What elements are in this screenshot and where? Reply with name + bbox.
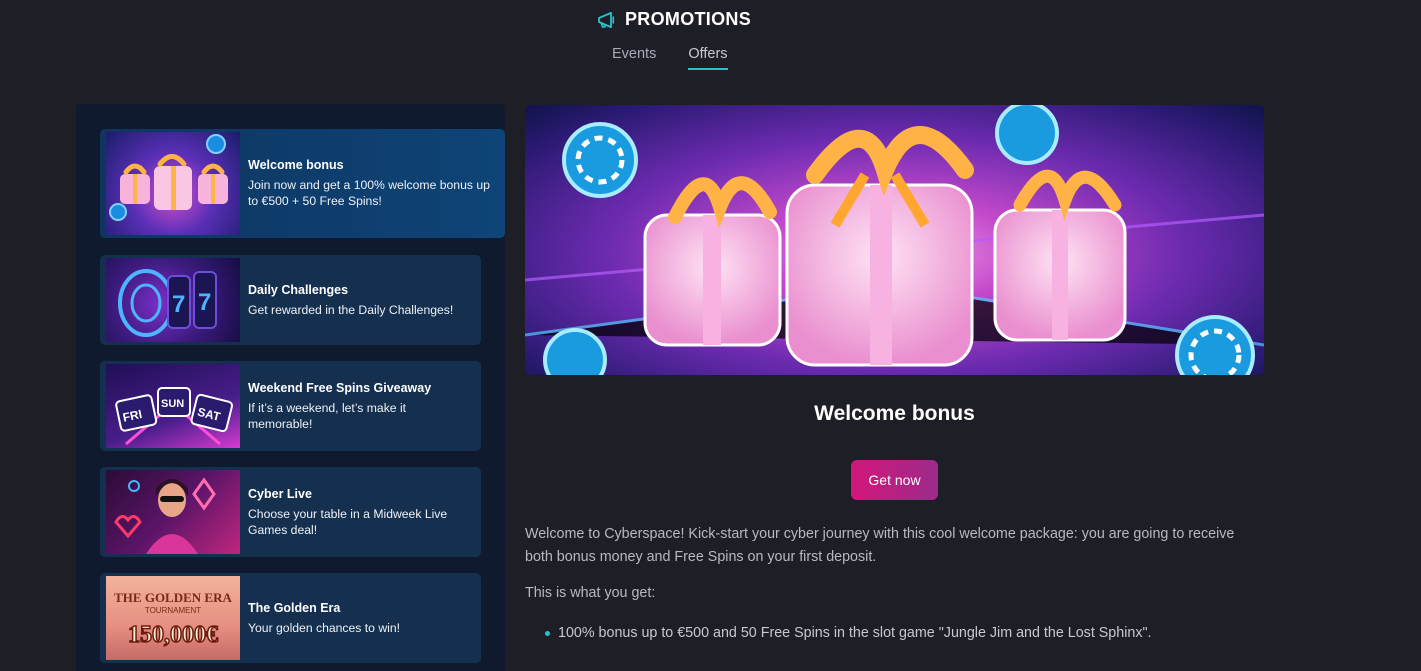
golden-era-thumbnail: THE GOLDEN ERA TOURNAMENT 150,000€ bbox=[106, 576, 240, 660]
promo-card-cyber-live[interactable]: Cyber Live Choose your table in a Midwee… bbox=[100, 467, 481, 557]
promotions-sidebar: Welcome bonus Join now and get a 100% we… bbox=[76, 104, 505, 671]
gift-left-icon bbox=[643, 176, 782, 347]
welcome-bonus-banner bbox=[525, 105, 1264, 375]
bullet-dot-icon bbox=[545, 630, 550, 636]
offer-bullet-item: 100% bonus up to €500 and 50 Free Spins … bbox=[545, 625, 1152, 641]
daily-challenges-thumbnail: 7 7 bbox=[106, 258, 240, 342]
promo-card-daily-challenges[interactable]: 7 7 Daily Challenges Get rewarded in the… bbox=[100, 255, 481, 345]
promo-title: The Golden Era bbox=[248, 600, 341, 615]
promo-card-golden-era[interactable]: THE GOLDEN ERA TOURNAMENT 150,000€ The G… bbox=[100, 573, 481, 663]
tab-offers[interactable]: Offers bbox=[688, 46, 728, 70]
offer-description: Welcome to Cyberspace! Kick-start your c… bbox=[525, 526, 1235, 565]
svg-text:7: 7 bbox=[198, 289, 211, 316]
tab-events[interactable]: Events bbox=[612, 46, 656, 70]
promo-card-weekend-free-spins[interactable]: FRI SUN SAT Weekend Free Spins Giveaway … bbox=[100, 361, 481, 451]
page-title: PROMOTIONS bbox=[625, 9, 752, 29]
promo-description: Choose your table in a Midweek Live Game… bbox=[248, 506, 448, 537]
offer-title: Welcome bonus bbox=[814, 402, 975, 425]
get-now-button[interactable]: Get now bbox=[851, 460, 938, 500]
weekend-giveaway-thumbnail: FRI SUN SAT bbox=[106, 364, 240, 448]
welcome-bonus-thumbnail bbox=[106, 132, 240, 235]
weekend-day-sun: SUN bbox=[161, 398, 184, 410]
golden-era-thumb-title: THE GOLDEN ERA bbox=[114, 590, 232, 605]
promo-card-welcome-bonus[interactable]: Welcome bonus Join now and get a 100% we… bbox=[100, 129, 505, 238]
tab-bar: Events Offers bbox=[612, 46, 728, 70]
golden-era-thumb-amount: 150,000€ bbox=[128, 622, 218, 648]
promo-title: Cyber Live bbox=[248, 486, 312, 501]
svg-text:7: 7 bbox=[172, 291, 185, 318]
promo-description: Join now and get a 100% welcome bonus up… bbox=[248, 178, 490, 208]
promotions-page: PROMOTIONS Events Offers Welcome bonus J… bbox=[0, 0, 1421, 671]
megaphone-icon bbox=[597, 11, 615, 28]
casino-chip-icon bbox=[562, 122, 638, 198]
golden-era-thumb-subtitle: TOURNAMENT bbox=[145, 606, 201, 615]
promo-description: Get rewarded in the Daily Challenges! bbox=[248, 302, 454, 317]
cyber-live-thumbnail bbox=[106, 470, 240, 554]
gift-right-icon bbox=[993, 169, 1127, 342]
promo-description: Your golden chances to win! bbox=[248, 620, 400, 635]
promo-title: Welcome bonus bbox=[248, 158, 344, 172]
gift-center-icon bbox=[785, 126, 974, 367]
promo-title: Daily Challenges bbox=[248, 282, 349, 297]
bullet-text: 100% bonus up to €500 and 50 Free Spins … bbox=[558, 625, 1152, 641]
page-header: PROMOTIONS bbox=[597, 9, 751, 30]
promo-title: Weekend Free Spins Giveaway bbox=[248, 380, 432, 395]
offer-subheading: This is what you get: bbox=[525, 585, 656, 601]
promo-description: If it’s a weekend, let’s make it memorab… bbox=[248, 400, 407, 431]
